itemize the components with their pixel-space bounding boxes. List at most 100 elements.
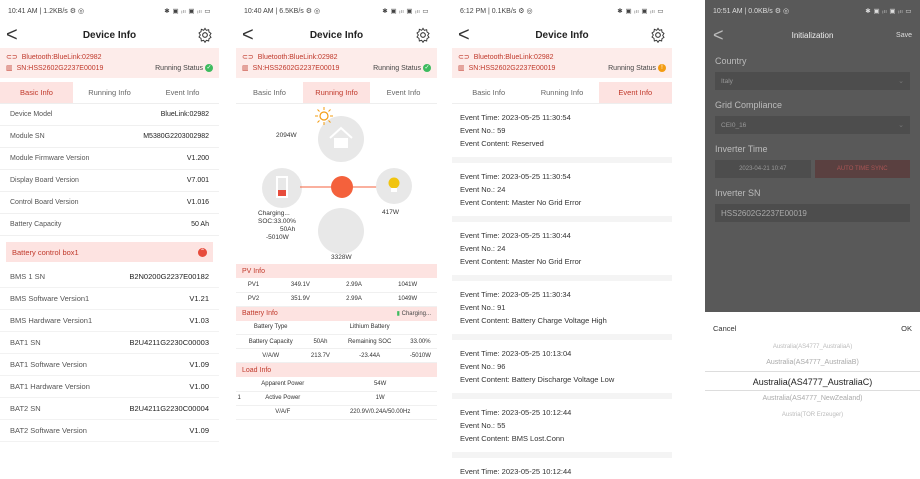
item-key: BMS 1 SN bbox=[10, 272, 46, 281]
event-number: Event No.: 59 bbox=[460, 126, 506, 135]
device-icon: ▥ bbox=[458, 65, 465, 72]
header: < Device Info bbox=[452, 22, 672, 48]
tab-basic-info[interactable]: Basic Info bbox=[452, 82, 525, 103]
link-icon: ⊂⊃ bbox=[6, 54, 18, 61]
table-cell: V/A/W bbox=[236, 348, 306, 363]
picker-toolbar: Cancel OK bbox=[705, 312, 920, 339]
soc-value: SOC:33.00% bbox=[258, 218, 296, 225]
tab-event-info[interactable]: Event Info bbox=[146, 82, 219, 103]
item-key: BAT1 Software Version bbox=[10, 360, 87, 369]
table-cell: PV2 bbox=[236, 292, 272, 307]
table-cell: Remaining SOC bbox=[335, 334, 404, 349]
item-key: Battery Capacity bbox=[10, 221, 62, 228]
device-icon: ▥ bbox=[242, 65, 249, 72]
section-title: PV Info bbox=[242, 267, 265, 275]
device-icon: ▥ bbox=[6, 65, 13, 72]
battery-level-icon bbox=[276, 176, 288, 198]
page-title: Initialization bbox=[791, 30, 834, 40]
bluetooth-name: Bluetooth:BlueLink:02982 bbox=[473, 54, 554, 61]
item-value: V7.001 bbox=[186, 177, 209, 184]
pv-info-header: PV Info bbox=[236, 264, 437, 278]
list-item: Battery Capacity 50 Ah bbox=[0, 214, 219, 236]
check-icon: ✓ bbox=[423, 64, 431, 73]
battery-small-icon: ▮ bbox=[396, 311, 400, 317]
battery-info-header: Battery Info ▮ Charging... bbox=[236, 306, 437, 321]
list-item: Event Time: 2023-05-25 11:30:54 Event No.… bbox=[452, 163, 672, 222]
cancel-button[interactable]: Cancel bbox=[713, 324, 736, 333]
table-cell: Lithium Battery bbox=[335, 320, 404, 335]
item-key: BAT2 Software Version bbox=[10, 426, 87, 435]
collapse-icon[interactable]: ⌃ bbox=[198, 247, 207, 257]
table-row: V/A/F 220.9V/0.24A/50.00Hz bbox=[236, 405, 437, 420]
list-item: Module SN M5380G2203002982 bbox=[0, 126, 219, 148]
gear-icon[interactable] bbox=[197, 27, 213, 43]
tab-running-info[interactable]: Running Info bbox=[525, 82, 598, 103]
tab-basic-info[interactable]: Basic Info bbox=[236, 82, 303, 103]
tab-event-info[interactable]: Event Info bbox=[598, 82, 672, 103]
battery-box-section[interactable]: Battery control box1 ⌃ bbox=[6, 242, 213, 262]
gear-icon[interactable] bbox=[650, 27, 666, 43]
back-icon[interactable]: < bbox=[458, 25, 478, 45]
phone-running-info: 10:40 AM | 6.5KB/s ⚙ ◎ ✱ ▣ ᵢₗₗ ▣ ᵢₗₗ ▭ <… bbox=[236, 0, 437, 479]
table-cell: PV1 bbox=[236, 278, 272, 293]
table-cell: 50Ah bbox=[305, 334, 336, 349]
item-value: M5380G2203002982 bbox=[143, 133, 209, 140]
table-cell: 349.1V bbox=[271, 278, 330, 293]
picker-option[interactable]: Austria(TOR Erzeuger) bbox=[705, 407, 920, 423]
inverter-time-field[interactable]: 2023-04-21 10:47 bbox=[715, 160, 811, 178]
item-value: V1.21 bbox=[189, 294, 209, 303]
inverter-time-row: 2023-04-21 10:47 AUTO TIME SYNC bbox=[715, 160, 910, 178]
grid-power: 417W bbox=[382, 209, 399, 216]
table-row: V/A/W 213.7V -23.44A -5010W bbox=[236, 348, 437, 363]
grid-compliance-value: CEI0_16 bbox=[721, 121, 747, 129]
load-info-header: Load Info bbox=[236, 363, 437, 377]
table-cell: 220.9V/0.24A/50.00Hz bbox=[323, 405, 437, 420]
bluetooth-banner: ⊂⊃ Bluetooth:BlueLink:02982 ▥ SN:HSS2602G2… bbox=[452, 48, 672, 78]
auto-time-sync-button[interactable]: AUTO TIME SYNC bbox=[814, 160, 910, 178]
tab-event-info[interactable]: Event Info bbox=[370, 82, 437, 103]
tab-running-info[interactable]: Running Info bbox=[73, 82, 146, 103]
table-row: PV2 351.9V 2.99A 1049W bbox=[236, 292, 437, 307]
gear-icon[interactable] bbox=[415, 27, 431, 43]
bluetooth-name: Bluetooth:BlueLink:02982 bbox=[21, 54, 102, 61]
picker-option[interactable]: Australia(AS4777_AustraliaA) bbox=[705, 339, 920, 355]
event-content: Event Content: Master No Grid Error bbox=[460, 257, 582, 266]
event-time: Event Time: 2023-05-25 10:13:04 bbox=[460, 349, 572, 358]
capacity-value: 50Ah bbox=[280, 226, 296, 233]
link-icon: ⊂⊃ bbox=[458, 54, 470, 61]
table-row: PV1 349.1V 2.99A 1041W bbox=[236, 278, 437, 293]
page-title: Device Info bbox=[535, 29, 589, 41]
picker-option[interactable]: Australia(AS4777_NewZealand) bbox=[705, 391, 920, 407]
status-time: 10:41 AM | 1.2KB/s ⚙ ◎ bbox=[8, 8, 85, 15]
item-key: BAT1 Hardware Version bbox=[10, 382, 90, 391]
back-icon[interactable]: < bbox=[6, 25, 26, 45]
table-row: Battery Type Lithium Battery bbox=[236, 320, 437, 335]
list-item: BAT2 SN B2U4211G2230C00004 bbox=[0, 398, 219, 420]
status-time: 10:51 AM | 0.0KB/s ⚙ ◎ bbox=[713, 8, 790, 15]
back-icon[interactable]: < bbox=[242, 25, 262, 45]
tab-running-info[interactable]: Running Info bbox=[303, 82, 370, 103]
grid-compliance-select[interactable]: CEI0_16 ⌄ bbox=[715, 116, 910, 134]
chevron-down-icon: ⌄ bbox=[898, 122, 904, 129]
country-select[interactable]: Italy ⌄ bbox=[715, 72, 910, 90]
tab-basic-info[interactable]: Basic Info bbox=[0, 82, 73, 103]
battery-info-list: BMS 1 SN B2N0200G2237E00182 BMS Software … bbox=[0, 266, 219, 442]
status-bar: 10:51 AM | 0.0KB/s ⚙ ◎ ✱ ▣ ᵢₗₗ ▣ ᵢₗₗ ▭ bbox=[705, 0, 920, 22]
item-value: V1.016 bbox=[186, 199, 209, 206]
phone-basic-info: 10:41 AM | 1.2KB/s ⚙ ◎ ✱ ▣ ᵢₗₗ ▣ ᵢₗₗ ▭ <… bbox=[0, 0, 219, 479]
flow-lines-icon bbox=[300, 186, 384, 188]
running-status-label: Running Status bbox=[608, 65, 656, 72]
picker-option-selected[interactable]: Australia(AS4777_AustraliaC) bbox=[705, 371, 920, 391]
list-item: BAT1 Hardware Version V1.00 bbox=[0, 376, 219, 398]
pv-power: 3328W bbox=[331, 254, 352, 261]
ok-button[interactable]: OK bbox=[901, 324, 912, 333]
charging-status: Charging... bbox=[258, 210, 290, 217]
item-value: V1.09 bbox=[189, 426, 209, 435]
house-shape-icon bbox=[329, 126, 353, 148]
running-status-label: Running Status bbox=[373, 65, 421, 72]
picker-option[interactable]: Australia(AS4777_AustraliaB) bbox=[705, 355, 920, 371]
item-value: B2U4211G2230C00003 bbox=[129, 338, 209, 347]
header: < Device Info bbox=[0, 22, 219, 48]
tab-bar: Basic Info Running Info Event Info bbox=[236, 82, 437, 104]
table-cell: 33.00% bbox=[403, 334, 437, 349]
